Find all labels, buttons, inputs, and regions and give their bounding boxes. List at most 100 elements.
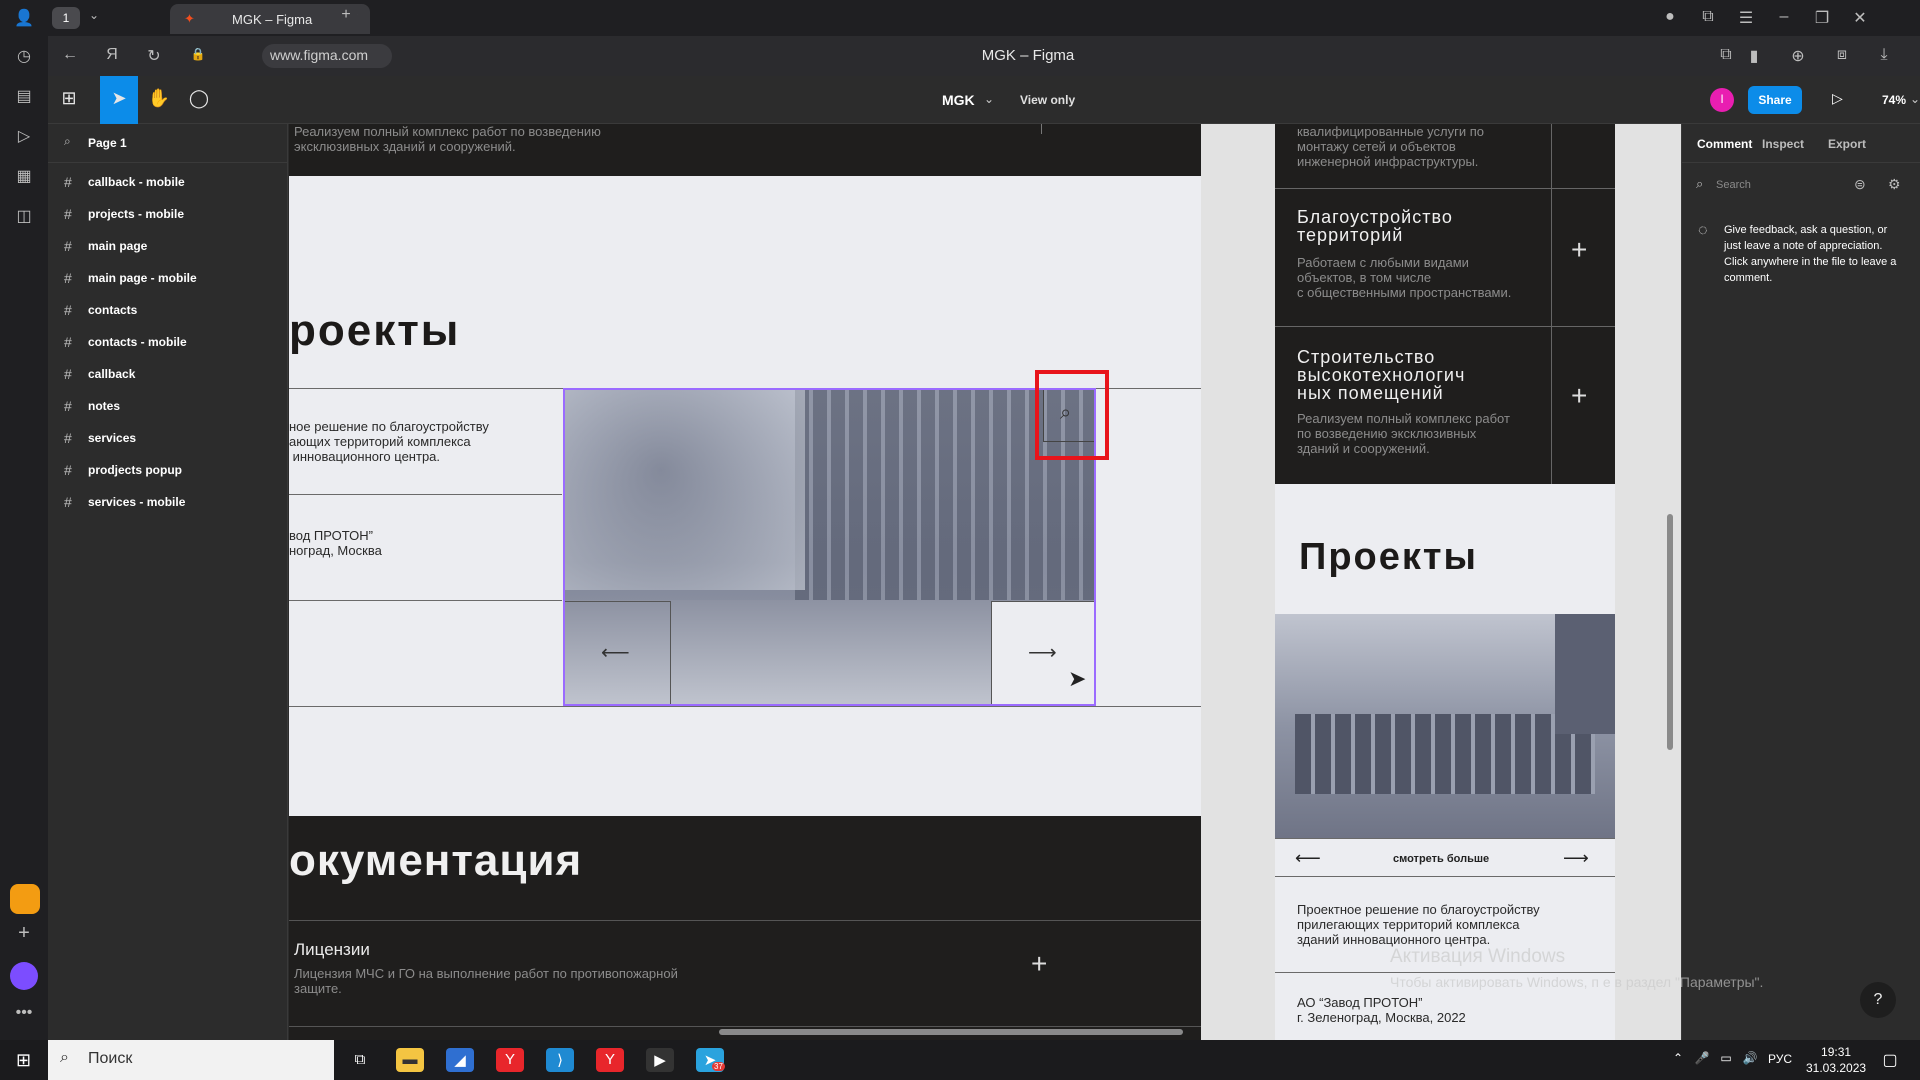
- hand-tool-icon[interactable]: ✋: [140, 76, 178, 124]
- taskbar-search[interactable]: ⌕ Поиск: [48, 1040, 334, 1080]
- chevron-down-icon[interactable]: ⌄: [1910, 92, 1920, 106]
- bookmark-icon[interactable]: ▮: [1744, 46, 1764, 66]
- app-shortcut-icon[interactable]: [10, 884, 40, 914]
- tab-inspect[interactable]: Inspect: [1762, 137, 1804, 151]
- close-window-icon[interactable]: ✕: [1850, 8, 1870, 28]
- menu-icon[interactable]: ☰: [1736, 8, 1756, 28]
- trees-shape: [565, 390, 805, 590]
- highlight-box: [1035, 370, 1109, 460]
- layer-item[interactable]: # main page - mobile: [48, 262, 288, 294]
- comment-tool-icon[interactable]: ◯: [180, 76, 218, 124]
- calendar-icon[interactable]: ▦: [12, 166, 36, 186]
- project-image[interactable]: ⟵ ⟶ ⌕: [563, 388, 1096, 706]
- microphone-icon[interactable]: 🎤: [1694, 1051, 1710, 1065]
- layer-item[interactable]: # projects - mobile: [48, 198, 288, 230]
- yandex-browser-icon[interactable]: Y: [496, 1048, 524, 1072]
- clock[interactable]: 19:31 31.03.2023: [1806, 1044, 1866, 1076]
- comment-search-input[interactable]: Search: [1716, 179, 1751, 191]
- app-icon[interactable]: ◢: [446, 1048, 474, 1072]
- windows-activation-title: Активация Windows: [1390, 946, 1566, 967]
- see-more-link[interactable]: смотреть больше: [1393, 853, 1489, 865]
- file-explorer-icon[interactable]: ▬: [396, 1048, 424, 1072]
- url-field[interactable]: www.figma.com: [262, 44, 392, 68]
- tab-comment[interactable]: Comment: [1697, 137, 1752, 151]
- divider: [1275, 838, 1615, 839]
- profile-icon[interactable]: 👤: [12, 8, 36, 28]
- filter-icon[interactable]: ⊜: [1854, 176, 1866, 193]
- prev-button[interactable]: ⟵: [565, 601, 671, 704]
- minimize-icon[interactable]: –: [1774, 8, 1794, 26]
- notifications-icon[interactable]: ▢: [1880, 1050, 1900, 1070]
- language-indicator[interactable]: РУС: [1768, 1052, 1792, 1066]
- yandex-icon[interactable]: Y: [596, 1048, 624, 1072]
- restore-icon[interactable]: ❐: [1812, 8, 1832, 28]
- download-icon[interactable]: ⤓: [1874, 46, 1894, 64]
- divider: [289, 600, 562, 601]
- main-menu-icon[interactable]: ⊞: [50, 76, 88, 124]
- layer-item[interactable]: # callback - mobile: [48, 166, 288, 198]
- file-name[interactable]: MGK: [942, 92, 975, 108]
- volume-icon[interactable]: 🔊: [1742, 1051, 1758, 1065]
- settings-icon[interactable]: ⚙: [1888, 176, 1901, 193]
- page-selector[interactable]: Page 1: [88, 136, 127, 150]
- arrow-right-icon: ⟶: [1028, 642, 1057, 664]
- more-icon[interactable]: •••: [12, 1004, 36, 1022]
- yandex-icon[interactable]: Я: [102, 46, 122, 64]
- collections-icon[interactable]: ▤: [12, 86, 36, 106]
- chevron-down-icon[interactable]: ⌄: [84, 8, 104, 22]
- move-tool-icon[interactable]: ➤: [100, 76, 138, 124]
- video-icon[interactable]: ▷: [12, 126, 36, 146]
- globe-icon[interactable]: ⊕: [1788, 46, 1808, 66]
- lock-icon: 🔒: [190, 47, 206, 61]
- docs-heading: окументация: [289, 836, 583, 885]
- extensions-icon[interactable]: ⧈: [1832, 46, 1852, 64]
- layer-item[interactable]: # contacts: [48, 294, 288, 326]
- comment-icon: ◌: [1698, 222, 1708, 239]
- layer-item[interactable]: # callback: [48, 358, 288, 390]
- chevron-down-icon[interactable]: ⌄: [984, 92, 994, 106]
- zoom-level[interactable]: 74%: [1882, 93, 1906, 107]
- layer-item[interactable]: # notes: [48, 390, 288, 422]
- tab-counter[interactable]: 1: [52, 7, 80, 29]
- plus-icon[interactable]: +: [1031, 948, 1047, 980]
- tray-chevron-icon[interactable]: ⌃: [1670, 1051, 1686, 1065]
- plus-icon[interactable]: +: [1571, 234, 1587, 266]
- reload-icon[interactable]: ↻: [144, 46, 164, 66]
- screenshot-icon[interactable]: ◫: [12, 206, 36, 226]
- share-button[interactable]: Share: [1748, 86, 1802, 114]
- arrow-right-icon[interactable]: ⟶: [1563, 848, 1589, 869]
- vertical-scrollbar[interactable]: [1667, 514, 1673, 750]
- profile-badge-icon[interactable]: ●: [1660, 8, 1680, 26]
- avatar[interactable]: I: [1710, 88, 1734, 112]
- layer-item[interactable]: # services - mobile: [48, 486, 288, 518]
- help-button[interactable]: ?: [1860, 982, 1896, 1018]
- tab-export[interactable]: Export: [1828, 137, 1866, 151]
- telegram-icon[interactable]: ➤ 37: [696, 1048, 725, 1072]
- add-icon[interactable]: +: [12, 922, 36, 945]
- plus-icon[interactable]: +: [1571, 380, 1587, 412]
- frame-icon: #: [64, 206, 72, 222]
- task-view-icon[interactable]: ⧉: [346, 1048, 374, 1072]
- layer-item[interactable]: # services: [48, 422, 288, 454]
- taskbar: ⊞ ⌕ Поиск ⧉ ▬ ◢ Y ⟩ Y ▶ ➤ 37 ⌃ 🎤 ▭ 🔊 РУС…: [0, 1040, 1920, 1080]
- media-player-icon[interactable]: ▶: [646, 1048, 674, 1072]
- layer-item[interactable]: # contacts - mobile: [48, 326, 288, 358]
- horizontal-scrollbar[interactable]: [719, 1029, 1183, 1035]
- project-image[interactable]: [1275, 614, 1615, 838]
- present-icon[interactable]: ▷: [1832, 90, 1843, 107]
- arrow-left-icon[interactable]: ⟵: [1295, 848, 1321, 869]
- windows-start-icon[interactable]: ⊞: [16, 1050, 31, 1071]
- bookmarks-icon[interactable]: ⧉: [1698, 8, 1718, 26]
- search-icon[interactable]: ⌕: [64, 134, 71, 149]
- layer-item[interactable]: # main page: [48, 230, 288, 262]
- new-tab-button[interactable]: +: [334, 6, 358, 30]
- vscode-icon[interactable]: ⟩: [546, 1048, 574, 1072]
- history-icon[interactable]: ◷: [12, 46, 36, 66]
- design-canvas[interactable]: Реализуем полный комплекс работ по возве…: [289, 124, 1681, 1040]
- translate-icon[interactable]: ⧉: [1716, 46, 1736, 64]
- services-text: квалифицированные услуги по монтажу сете…: [1297, 124, 1485, 169]
- battery-icon[interactable]: ▭: [1718, 1051, 1734, 1065]
- back-icon[interactable]: ←: [60, 46, 80, 64]
- layer-item[interactable]: # prodjects popup: [48, 454, 288, 486]
- alice-assistant-icon[interactable]: [10, 962, 38, 990]
